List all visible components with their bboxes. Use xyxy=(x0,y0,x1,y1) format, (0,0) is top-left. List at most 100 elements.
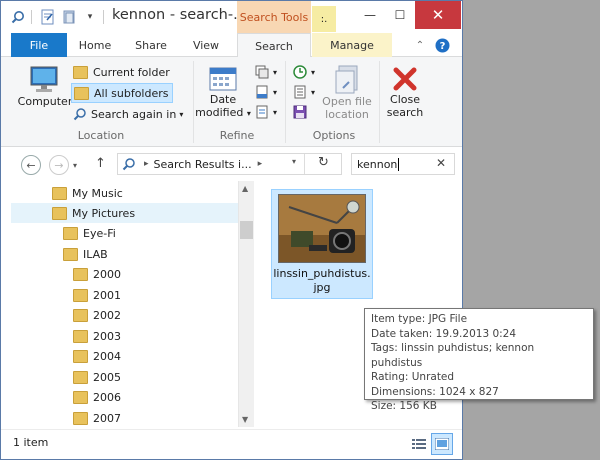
details-view-icon[interactable] xyxy=(409,434,429,454)
date-modified-label-line1: Date xyxy=(209,93,237,106)
nav-item-2001[interactable]: 2001 xyxy=(11,285,238,305)
nav-item-label: ILAB xyxy=(83,247,108,261)
other-properties-button[interactable]: ▾ xyxy=(255,103,277,121)
search-icon[interactable] xyxy=(9,8,27,26)
close-search-button[interactable]: Close search xyxy=(381,65,429,119)
computer-button[interactable]: Computer xyxy=(17,65,73,108)
advanced-options-icon xyxy=(294,85,306,99)
nav-item-label: My Pictures xyxy=(72,206,136,220)
nav-item-label: 2000 xyxy=(93,267,121,281)
tooltip-size: Size: 156 KB xyxy=(371,400,437,412)
nav-item-my-music[interactable]: My Music xyxy=(11,183,238,203)
save-search-button[interactable] xyxy=(293,103,311,121)
options-group-label: Options xyxy=(312,129,356,142)
search-again-icon xyxy=(73,108,86,121)
search-input[interactable]: kennon ✕ xyxy=(351,153,455,175)
tab-file[interactable]: File xyxy=(11,33,67,57)
scroll-up-icon[interactable]: ▲ xyxy=(242,184,248,193)
search-tools-contextual-tab: Search Tools xyxy=(237,1,311,33)
nav-item-label: 2002 xyxy=(93,308,121,322)
size-icon xyxy=(256,85,268,99)
search-again-in-button[interactable]: Search again in ▾ xyxy=(73,105,183,123)
computer-label: Computer xyxy=(17,95,73,108)
back-button[interactable]: ← xyxy=(21,155,41,175)
nav-item-2002[interactable]: 2002 xyxy=(11,305,238,325)
properties-icon[interactable] xyxy=(39,8,57,26)
new-folder-icon[interactable] xyxy=(61,8,79,26)
kind-button[interactable]: ▾ xyxy=(255,63,277,81)
nav-item-2005[interactable]: 2005 xyxy=(11,367,238,387)
ribbon-separator xyxy=(379,61,380,143)
ribbon-separator xyxy=(193,61,194,143)
tooltip-rating: Rating: Unrated xyxy=(371,371,455,383)
recent-searches-button[interactable]: ▾ xyxy=(293,63,315,81)
nav-pane-scrollbar[interactable]: ▲ ▼ xyxy=(238,181,254,427)
address-bar-row: ← → ▾ ↑ ▸ Search Results i... ▸ ▾ ↻ kenn… xyxy=(1,148,462,180)
clear-search-icon[interactable]: ✕ xyxy=(436,156,446,170)
nav-item-2007[interactable]: 2007 xyxy=(11,408,238,427)
folder-icon xyxy=(73,370,88,384)
open-file-location-label-line2: location xyxy=(325,108,369,121)
nav-item-label: 2005 xyxy=(93,370,121,384)
size-button[interactable]: ▾ xyxy=(255,83,277,101)
minimize-button[interactable]: — xyxy=(356,1,384,29)
forward-button[interactable]: → xyxy=(49,155,69,175)
refine-group-label: Refine xyxy=(219,129,255,142)
recent-locations-icon[interactable]: ▾ xyxy=(73,161,77,170)
nav-item-ilab[interactable]: ILAB xyxy=(11,244,238,264)
nav-item-eye-fi[interactable]: Eye-Fi xyxy=(11,223,238,243)
file-item[interactable]: linssin_puhdistus. jpg xyxy=(271,189,373,299)
tab-manage[interactable]: Manage xyxy=(312,33,392,57)
nav-item-2006[interactable]: 2006 xyxy=(11,387,238,407)
current-folder-label: Current folder xyxy=(93,65,170,79)
current-folder-button[interactable]: Current folder xyxy=(73,63,170,81)
all-subfolders-button[interactable]: All subfolders xyxy=(71,83,174,103)
maximize-button[interactable]: ☐ xyxy=(386,1,414,29)
scroll-down-icon[interactable]: ▼ xyxy=(242,415,248,424)
tab-search[interactable]: Search xyxy=(237,33,311,58)
tab-view[interactable]: View xyxy=(181,33,231,57)
folder-icon xyxy=(73,390,88,404)
address-dropdown-icon[interactable]: ▾ xyxy=(292,157,296,166)
close-window-button[interactable]: ✕ xyxy=(415,1,461,29)
kind-icon xyxy=(255,65,269,79)
folder-icon xyxy=(73,308,88,322)
tooltip-item-type: Item type: JPG File xyxy=(371,313,468,325)
collapse-ribbon-icon[interactable]: ⌃ xyxy=(413,33,427,57)
search-results-icon xyxy=(122,158,135,171)
folder-icon xyxy=(73,411,88,425)
tab-share[interactable]: Share xyxy=(125,33,177,57)
file-name: linssin_puhdistus. jpg xyxy=(272,267,372,295)
address-bar[interactable]: ▸ Search Results i... ▸ ▾ ↻ xyxy=(117,153,342,175)
tooltip-date-taken: Date taken: 19.9.2013 0:24 xyxy=(371,327,517,340)
breadcrumb-chevron-icon[interactable]: ▸ xyxy=(258,159,263,169)
nav-item-2004[interactable]: 2004 xyxy=(11,346,238,366)
breadcrumb-chevron-icon[interactable]: ▸ xyxy=(144,159,149,169)
computer-icon xyxy=(30,66,58,92)
advanced-options-button[interactable]: ▾ xyxy=(293,83,315,101)
scrollbar-thumb[interactable] xyxy=(240,221,253,239)
date-modified-label-line2: modified xyxy=(195,106,244,119)
date-modified-button[interactable]: Date modified ▾ xyxy=(195,65,251,120)
folder-icon xyxy=(73,267,88,281)
up-icon[interactable]: ↑ xyxy=(95,156,106,171)
refresh-icon[interactable]: ↻ xyxy=(318,155,329,170)
nav-item-label: 2001 xyxy=(93,288,121,302)
file-name-line1: linssin_puhdistus. xyxy=(273,267,371,280)
nav-item-my-pictures[interactable]: My Pictures xyxy=(11,203,238,223)
folder-icon xyxy=(63,247,78,261)
tab-home[interactable]: Home xyxy=(71,33,119,57)
folder-icon xyxy=(52,186,67,200)
svg-text:?: ? xyxy=(439,41,445,52)
nav-item-2003[interactable]: 2003 xyxy=(11,326,238,346)
open-file-location-button[interactable]: Open file location xyxy=(319,63,375,121)
save-icon xyxy=(293,105,307,119)
customize-qat-icon[interactable]: ▾ xyxy=(83,8,97,26)
address-path: Search Results i... xyxy=(153,157,252,171)
status-bar: 1 item xyxy=(1,429,462,459)
navigation-pane[interactable]: My Music My Pictures Eye-Fi ILAB 2000 20… xyxy=(11,181,254,427)
large-icons-view-icon[interactable] xyxy=(431,433,453,455)
folder-icon xyxy=(73,349,88,363)
nav-item-2000[interactable]: 2000 xyxy=(11,264,238,284)
help-icon[interactable]: ? xyxy=(433,33,451,57)
